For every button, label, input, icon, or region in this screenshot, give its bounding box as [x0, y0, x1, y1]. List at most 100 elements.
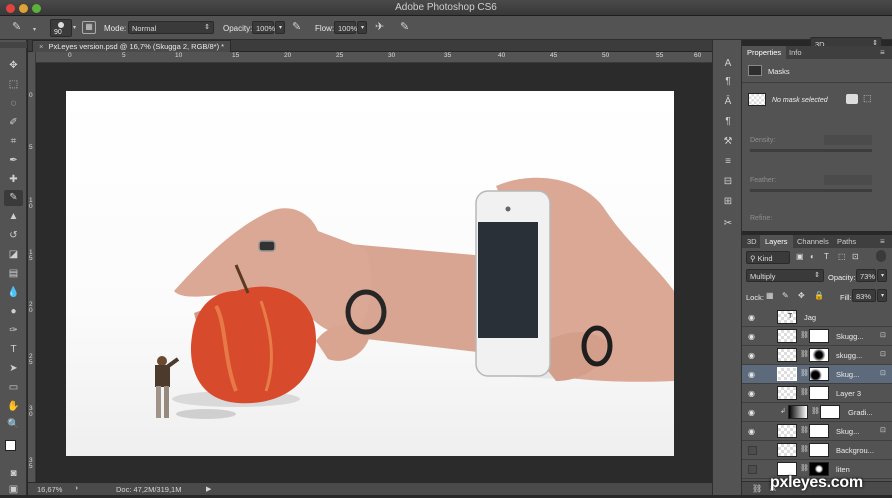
layer-mask-thumbnail[interactable] — [809, 443, 829, 457]
chain-link-icon[interactable]: ⛓ — [800, 369, 809, 377]
quick-selection-tool-icon[interactable]: ✐ — [4, 115, 23, 131]
tool-preset-chevron-icon[interactable]: ▾ — [33, 26, 36, 33]
layer-filter-select[interactable]: ⚲ Kind — [746, 251, 790, 264]
chain-link-icon[interactable]: ⛓ — [800, 388, 809, 396]
document-canvas[interactable] — [66, 91, 674, 456]
flow-field[interactable]: 100% — [334, 21, 357, 34]
tab-layers[interactable]: Layers — [760, 235, 793, 248]
layer-name[interactable]: skugg... — [836, 351, 862, 360]
opacity-field[interactable]: 100% — [252, 21, 275, 34]
density-field[interactable] — [824, 135, 872, 145]
visibility-off-box[interactable] — [748, 465, 757, 474]
layer-mask-thumbnail[interactable] — [809, 348, 829, 362]
brush-tool-active-icon[interactable]: ✎ — [4, 190, 23, 206]
tab-properties[interactable]: Properties — [742, 46, 787, 59]
brush-presets-icon[interactable]: ≡ — [721, 156, 735, 170]
layer-name[interactable]: Backgrou... — [836, 446, 874, 455]
layer-opacity-slider-button[interactable]: ▾ — [877, 269, 887, 282]
fill-slider-button[interactable]: ▾ — [877, 289, 887, 302]
filter-toggle[interactable] — [876, 250, 886, 262]
adjustments-icon[interactable]: ⊟ — [721, 176, 735, 190]
chain-link-icon[interactable]: ⛓ — [800, 331, 809, 339]
visibility-eye-icon[interactable]: ◉ — [748, 408, 758, 417]
mode-select[interactable]: Normal ⇕ — [128, 21, 214, 34]
zoom-tool-icon[interactable]: 🔍 — [4, 417, 23, 433]
pressure-size-icon[interactable]: ✎ — [400, 20, 409, 33]
layer-row[interactable]: ◉ ⛓ Skugg... ⊡ — [742, 327, 892, 346]
healing-brush-tool-icon[interactable]: ✚ — [4, 172, 23, 188]
layer-row[interactable]: ◉ ⛓ Layer 3 — [742, 384, 892, 403]
layer-mask-thumbnail[interactable] — [809, 424, 829, 438]
visibility-eye-icon[interactable]: ◉ — [748, 389, 758, 398]
visibility-eye-icon[interactable]: ◉ — [748, 351, 758, 360]
close-tab-icon[interactable]: × — [39, 42, 43, 51]
tab-info[interactable]: Info — [784, 46, 807, 59]
visibility-eye-icon[interactable]: ◉ — [748, 370, 758, 379]
lasso-tool-icon[interactable]: ◌ — [4, 96, 23, 112]
pen-tool-icon[interactable]: ✑ — [4, 323, 23, 339]
layer-row[interactable]: ◉ ↲ ⛓ Gradi... — [742, 403, 892, 422]
layer-name[interactable]: Layer 3 — [836, 389, 861, 398]
flow-slider-button[interactable]: ▾ — [357, 21, 367, 34]
layer-opacity-field[interactable]: 73% — [856, 269, 876, 282]
feather-slider[interactable] — [750, 189, 872, 192]
brush-picker-chevron-icon[interactable]: ▾ — [73, 24, 76, 31]
filter-adjustment-icon[interactable]: ◐ — [810, 252, 815, 261]
chain-link-icon[interactable]: ⛓ — [800, 445, 809, 453]
gradient-tool-icon[interactable]: ▤ — [4, 266, 23, 282]
status-menu-arrow-icon[interactable]: ▶ — [206, 485, 211, 493]
character-styles-icon[interactable]: Ā — [721, 96, 735, 110]
filter-shape-icon[interactable]: ⬚ — [838, 252, 846, 261]
feather-field[interactable] — [824, 175, 872, 185]
lock-position-icon[interactable]: ✥ — [798, 291, 805, 300]
actions-icon[interactable]: ✂ — [721, 218, 735, 232]
blend-mode-select[interactable]: Multiply ⇕ — [746, 269, 824, 282]
chain-link-icon[interactable]: ⛓ — [800, 426, 809, 434]
zoom-level[interactable]: 16,67% — [37, 485, 62, 494]
screen-mode-icon[interactable]: ▣ — [4, 482, 23, 498]
lock-image-icon[interactable]: ✎ — [782, 291, 789, 300]
chain-link-icon[interactable]: ⛓ — [800, 464, 809, 472]
visibility-eye-icon[interactable]: ◉ — [748, 427, 758, 436]
layer-mask-thumbnail[interactable] — [809, 386, 829, 400]
vertical-ruler[interactable]: 0 5 1 0 1 5 2 0 2 5 3 0 3 5 — [28, 52, 36, 482]
layer-name[interactable]: Skug... — [836, 370, 859, 379]
layer-mask-thumbnail[interactable] — [820, 405, 840, 419]
move-tool-icon[interactable]: ✥ — [4, 58, 23, 74]
layer-name[interactable]: Skugg... — [836, 332, 864, 341]
tools-panel-grip[interactable] — [0, 42, 27, 48]
horizontal-ruler[interactable]: 0 5 10 15 20 25 30 35 40 45 50 55 60 — [36, 52, 712, 63]
eyedropper-tool-icon[interactable]: ✒ — [4, 153, 23, 169]
tool-presets-icon[interactable]: ⚒ — [721, 136, 735, 150]
eraser-tool-icon[interactable]: ◪ — [4, 247, 23, 263]
vector-mask-button[interactable]: ⬚ — [863, 93, 872, 104]
hand-tool-icon[interactable]: ✋ — [4, 399, 23, 415]
styles-icon[interactable]: ⊞ — [721, 196, 735, 210]
brush-tool-icon[interactable]: ✎ — [12, 20, 21, 33]
chain-link-icon[interactable]: ⛓ — [800, 350, 809, 358]
layer-row[interactable]: ◉ ⛓ Skug... ⊡ — [742, 422, 892, 441]
layer-name[interactable]: Jag — [804, 313, 816, 322]
path-selection-tool-icon[interactable]: ➤ — [4, 361, 23, 377]
history-brush-tool-icon[interactable]: ↺ — [4, 228, 23, 244]
layer-mask-thumbnail[interactable] — [809, 367, 829, 381]
dodge-tool-icon[interactable]: ● — [4, 304, 23, 320]
lock-all-icon[interactable]: 🔒 — [814, 291, 824, 300]
panel-menu-icon[interactable]: ≡ — [880, 48, 885, 57]
density-slider[interactable] — [750, 149, 872, 152]
tab-channels[interactable]: Channels — [792, 235, 834, 248]
visibility-eye-icon[interactable]: ◉ — [748, 332, 758, 341]
rectangle-tool-icon[interactable]: ▭ — [4, 380, 23, 396]
crop-tool-icon[interactable]: ⌗ — [4, 134, 23, 150]
layer-row-selected[interactable]: ◉ ⛓ Skug... ⊡ — [742, 365, 892, 384]
chain-link-icon[interactable]: ⛓ — [811, 407, 820, 415]
visibility-eye-icon[interactable]: ◉ — [748, 313, 758, 322]
status-options-icon[interactable]: ◑ — [74, 485, 78, 492]
layer-name[interactable]: Gradi... — [848, 408, 873, 417]
layer-row[interactable]: ⛓ Backgrou... — [742, 441, 892, 460]
filter-pixel-icon[interactable]: ▣ — [796, 252, 804, 261]
foreground-color-swatch[interactable] — [5, 440, 16, 451]
brush-panel-toggle-icon[interactable]: ▦ — [82, 21, 96, 34]
link-layers-icon[interactable]: ⛓ — [752, 484, 762, 493]
quick-mask-icon[interactable]: ◙ — [4, 466, 23, 482]
